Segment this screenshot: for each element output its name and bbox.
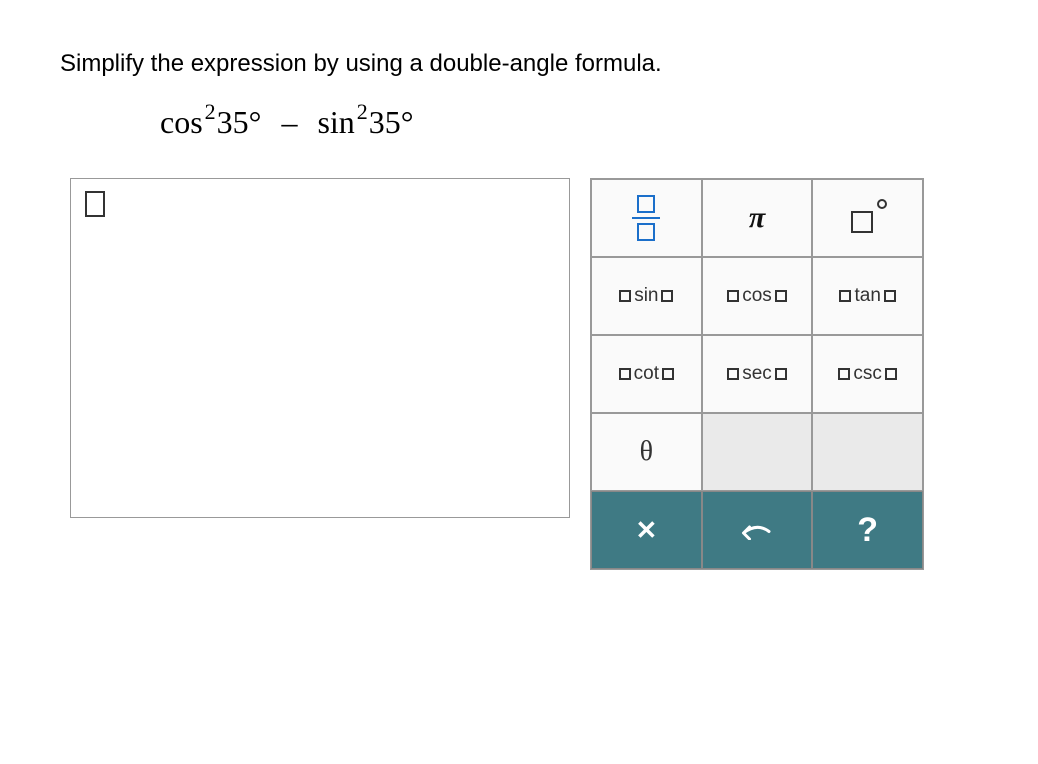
sin-button[interactable]: sin bbox=[591, 257, 702, 335]
term2-exponent: 2 bbox=[357, 99, 368, 124]
degree-button[interactable] bbox=[812, 179, 923, 257]
theta-button[interactable]: θ bbox=[591, 413, 702, 491]
math-keypad: π sin bbox=[590, 178, 924, 570]
instruction-text: Simplify the expression by using a doubl… bbox=[60, 50, 978, 78]
cos-label: cos bbox=[742, 285, 772, 307]
undo-button[interactable] bbox=[702, 491, 813, 569]
cos-button[interactable]: cos bbox=[702, 257, 813, 335]
answer-placeholder-box bbox=[85, 191, 105, 217]
csc-button[interactable]: csc bbox=[812, 335, 923, 413]
close-icon: ✕ bbox=[635, 515, 657, 546]
pi-button[interactable]: π bbox=[702, 179, 813, 257]
theta-label: θ bbox=[640, 436, 653, 468]
term1-func: cos bbox=[160, 104, 203, 140]
sin-label: sin bbox=[634, 285, 658, 307]
fraction-button[interactable] bbox=[591, 179, 702, 257]
operator: – bbox=[281, 104, 297, 140]
tan-button[interactable]: tan bbox=[812, 257, 923, 335]
term2-func: sin bbox=[317, 104, 354, 140]
undo-icon bbox=[739, 520, 775, 540]
pi-label: π bbox=[749, 201, 765, 235]
help-icon: ? bbox=[857, 511, 878, 550]
answer-input-area[interactable] bbox=[70, 178, 570, 518]
cot-button[interactable]: cot bbox=[591, 335, 702, 413]
term1-exponent: 2 bbox=[205, 99, 216, 124]
math-expression: cos235° – sin235° bbox=[160, 106, 978, 138]
empty-cell bbox=[812, 413, 923, 491]
cot-label: cot bbox=[634, 363, 659, 385]
term1-arg: 35° bbox=[217, 104, 262, 140]
sec-label: sec bbox=[742, 363, 772, 385]
term2-arg: 35° bbox=[369, 104, 414, 140]
sec-button[interactable]: sec bbox=[702, 335, 813, 413]
tan-label: tan bbox=[854, 285, 880, 307]
csc-label: csc bbox=[853, 363, 882, 385]
help-button[interactable]: ? bbox=[812, 491, 923, 569]
empty-cell bbox=[702, 413, 813, 491]
close-button[interactable]: ✕ bbox=[591, 491, 702, 569]
